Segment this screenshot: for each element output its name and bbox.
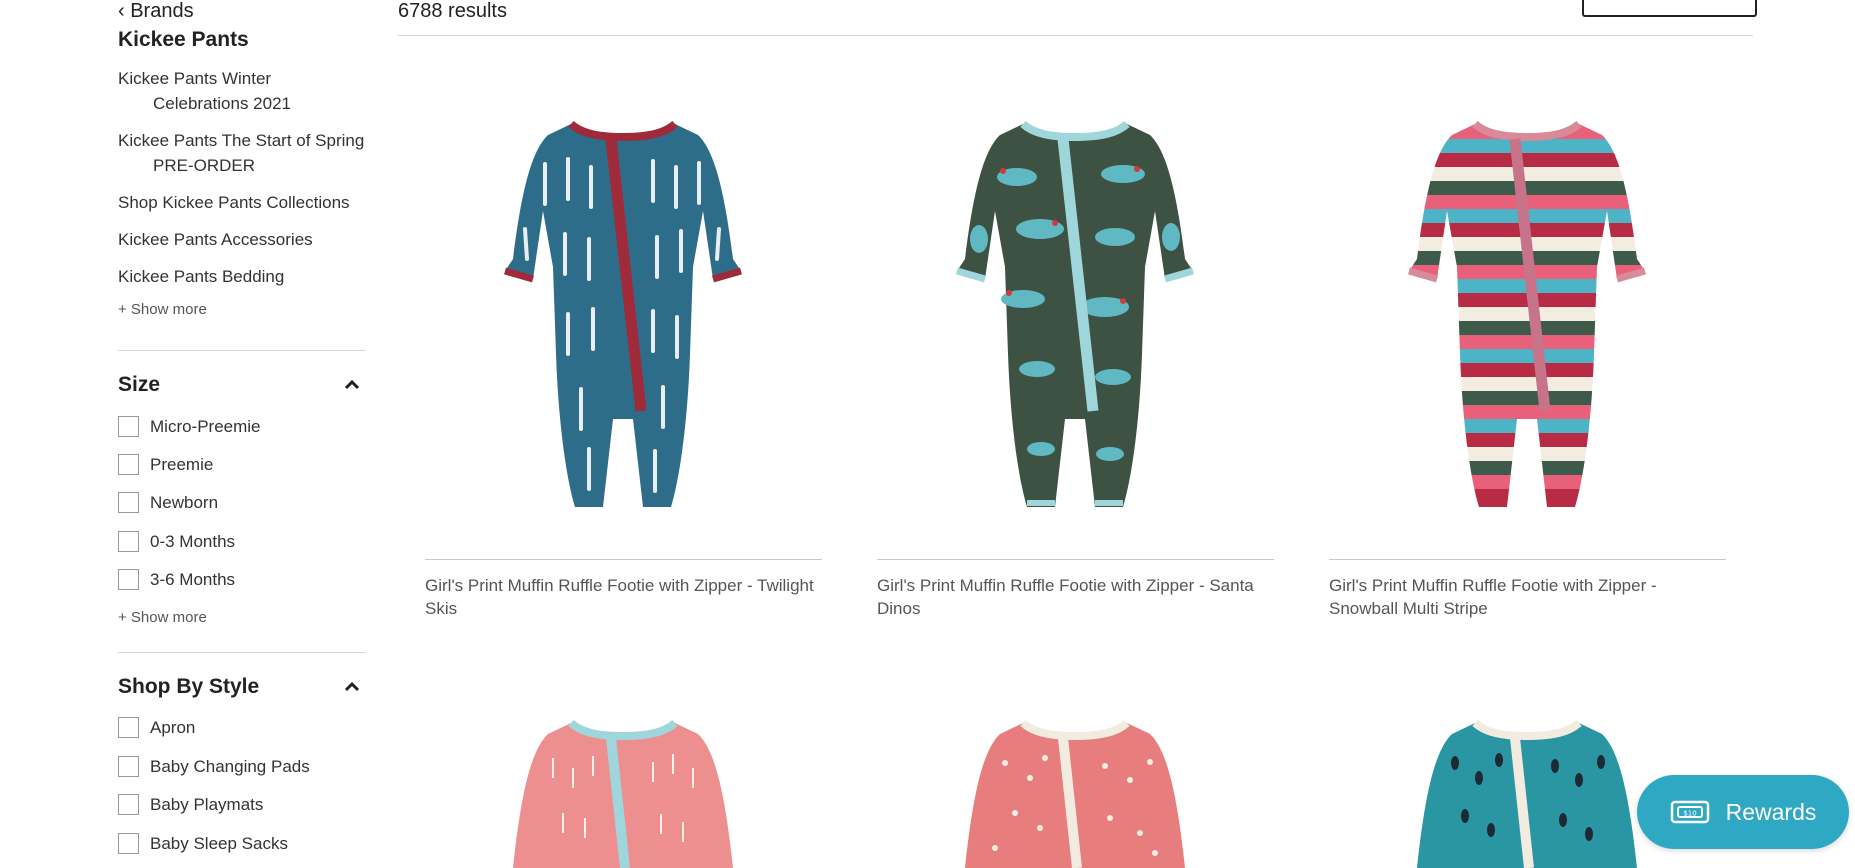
product-image[interactable]	[945, 119, 1205, 509]
checkbox[interactable]	[118, 454, 139, 475]
product-image[interactable]	[493, 718, 753, 868]
checkbox[interactable]	[118, 717, 139, 738]
svg-text:$10: $10	[1683, 810, 1696, 818]
sidebar-link-bedding[interactable]: Kickee Pants Bedding	[118, 264, 366, 289]
style-facet-title[interactable]: Shop By Style	[118, 675, 259, 699]
sidebar-divider	[118, 350, 366, 351]
product-image[interactable]	[493, 119, 753, 509]
sort-dropdown[interactable]	[1582, 0, 1757, 17]
product-title[interactable]: Girl's Print Muffin Ruffle Footie with Z…	[425, 574, 822, 620]
sidebar-link-winter-celebrations[interactable]: Kickee Pants Winter Celebrations 2021	[118, 66, 366, 116]
size-option-newborn[interactable]: Newborn	[118, 492, 218, 513]
rewards-label: Rewards	[1725, 798, 1817, 825]
chevron-up-icon[interactable]	[344, 380, 360, 390]
product-image[interactable]	[945, 718, 1205, 868]
sidebar-link-collections[interactable]: Shop Kickee Pants Collections	[118, 190, 366, 215]
checkbox[interactable]	[118, 531, 139, 552]
size-show-more-link[interactable]: + Show more	[118, 609, 207, 626]
size-facet-title[interactable]: Size	[118, 373, 160, 397]
brand-title: Kickee Pants	[118, 28, 249, 51]
checkbox[interactable]	[118, 756, 139, 777]
checkbox[interactable]	[118, 569, 139, 590]
product-title[interactable]: Girl's Print Muffin Ruffle Footie with Z…	[1329, 574, 1726, 620]
brand-subcategory-list: Kickee Pants Winter Celebrations 2021 Ki…	[118, 66, 366, 318]
card-divider	[877, 559, 1274, 560]
size-option-0-3-months[interactable]: 0-3 Months	[118, 531, 235, 552]
style-option-baby-changing-pads[interactable]: Baby Changing Pads	[118, 756, 310, 777]
checkbox[interactable]	[118, 794, 139, 815]
card-divider	[1329, 559, 1726, 560]
product-image[interactable]	[1397, 119, 1657, 509]
sidebar-divider	[118, 652, 366, 653]
back-to-brands-link[interactable]: ‹ Brands	[118, 0, 194, 23]
size-option-3-6-months[interactable]: 3-6 Months	[118, 569, 235, 590]
sidebar-link-start-of-spring[interactable]: Kickee Pants The Start of Spring PRE-ORD…	[118, 128, 366, 178]
style-option-apron[interactable]: Apron	[118, 717, 195, 738]
card-divider	[425, 559, 822, 560]
rewards-button[interactable]: $10 Rewards	[1637, 775, 1849, 849]
size-option-micro-preemie[interactable]: Micro-Preemie	[118, 416, 261, 437]
ticket-icon: $10	[1670, 800, 1709, 824]
checkbox[interactable]	[118, 416, 139, 437]
style-option-baby-playmats[interactable]: Baby Playmats	[118, 794, 263, 815]
style-option-baby-sleep-sacks[interactable]: Baby Sleep Sacks	[118, 833, 288, 854]
results-divider	[398, 35, 1753, 36]
brand-show-more-link[interactable]: + Show more	[118, 301, 366, 318]
checkbox[interactable]	[118, 833, 139, 854]
chevron-up-icon[interactable]	[344, 682, 360, 692]
product-title[interactable]: Girl's Print Muffin Ruffle Footie with Z…	[877, 574, 1274, 620]
results-count: 6788 results	[398, 0, 507, 22]
size-option-preemie[interactable]: Preemie	[118, 454, 213, 475]
product-image[interactable]	[1397, 718, 1657, 868]
checkbox[interactable]	[118, 492, 139, 513]
sidebar-link-accessories[interactable]: Kickee Pants Accessories	[118, 227, 366, 252]
